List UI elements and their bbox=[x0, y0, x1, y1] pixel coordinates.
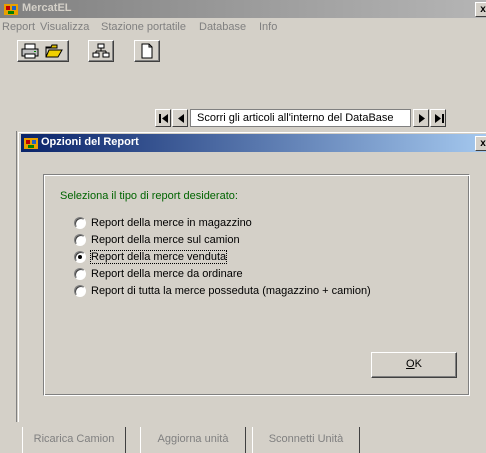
main-close-button[interactable]: x bbox=[475, 2, 486, 17]
option-label: Report della merce sul camion bbox=[91, 234, 240, 246]
dialog-title: Opzioni del Report bbox=[41, 136, 139, 148]
next-record-button[interactable] bbox=[413, 109, 429, 127]
prev-record-icon bbox=[178, 114, 184, 123]
option-label: Report di tutta la merce posseduta (maga… bbox=[91, 285, 371, 297]
tab-ricarica-camion[interactable]: Ricarica Camion bbox=[22, 427, 126, 453]
ok-accelerator: O bbox=[406, 358, 415, 370]
option-label: Report della merce in magazzino bbox=[91, 217, 252, 229]
tab-sconnetti-unita[interactable]: Sconnetti Unità bbox=[252, 427, 360, 453]
first-record-button[interactable] bbox=[155, 109, 171, 127]
blank-page-icon bbox=[141, 43, 153, 59]
ok-label: K bbox=[414, 358, 422, 370]
option-label: Report della merce da ordinare bbox=[91, 268, 243, 280]
printer-icon[interactable] bbox=[21, 43, 39, 59]
menu-bar: Report Visualizza Stazione portatile Dat… bbox=[0, 19, 486, 36]
radio-button[interactable] bbox=[74, 217, 86, 229]
main-window: MercatEL x Report Visualizza Stazione po… bbox=[0, 0, 486, 453]
menu-visualizza[interactable]: Visualizza bbox=[40, 21, 89, 33]
report-type-label: Seleziona il tipo di report desiderato: bbox=[60, 190, 238, 202]
menu-database[interactable]: Database bbox=[199, 21, 246, 33]
folder-open-icon[interactable] bbox=[45, 43, 63, 59]
app-icon bbox=[4, 4, 18, 15]
radio-button[interactable] bbox=[74, 234, 86, 246]
main-title-bar[interactable]: MercatEL x bbox=[0, 0, 486, 18]
report-options-dialog: Opzioni del Report x Seleziona il tipo d… bbox=[17, 131, 486, 422]
first-record-icon bbox=[159, 114, 168, 123]
dialog-close-button[interactable]: x bbox=[475, 136, 486, 151]
radio-button[interactable] bbox=[74, 268, 86, 280]
next-record-icon bbox=[419, 114, 425, 123]
app-title: MercatEL bbox=[22, 2, 72, 14]
last-record-icon bbox=[435, 114, 444, 123]
radio-dot bbox=[78, 255, 82, 259]
toolbar-new-button[interactable] bbox=[134, 40, 160, 62]
tab-aggiorna-unita[interactable]: Aggiorna unità bbox=[140, 427, 246, 453]
radio-button-selected[interactable] bbox=[74, 251, 86, 263]
menu-stazione-portatile[interactable]: Stazione portatile bbox=[101, 21, 186, 33]
last-record-button[interactable] bbox=[430, 109, 446, 127]
radio-button[interactable] bbox=[74, 285, 86, 297]
dialog-app-icon bbox=[24, 138, 38, 149]
menu-info[interactable]: Info bbox=[259, 21, 277, 33]
option-label: Report della merce venduta bbox=[89, 250, 228, 264]
menu-report[interactable]: Report bbox=[2, 21, 35, 33]
prev-record-button[interactable] bbox=[172, 109, 188, 127]
ok-button[interactable]: OK bbox=[371, 352, 457, 378]
navigator-label: Scorri gli articoli all'interno del Data… bbox=[190, 109, 411, 127]
toolbar-group-file bbox=[17, 40, 69, 62]
network-icon bbox=[92, 43, 110, 58]
dialog-title-bar[interactable]: Opzioni del Report x bbox=[21, 134, 486, 152]
toolbar-network-button[interactable] bbox=[88, 40, 114, 62]
